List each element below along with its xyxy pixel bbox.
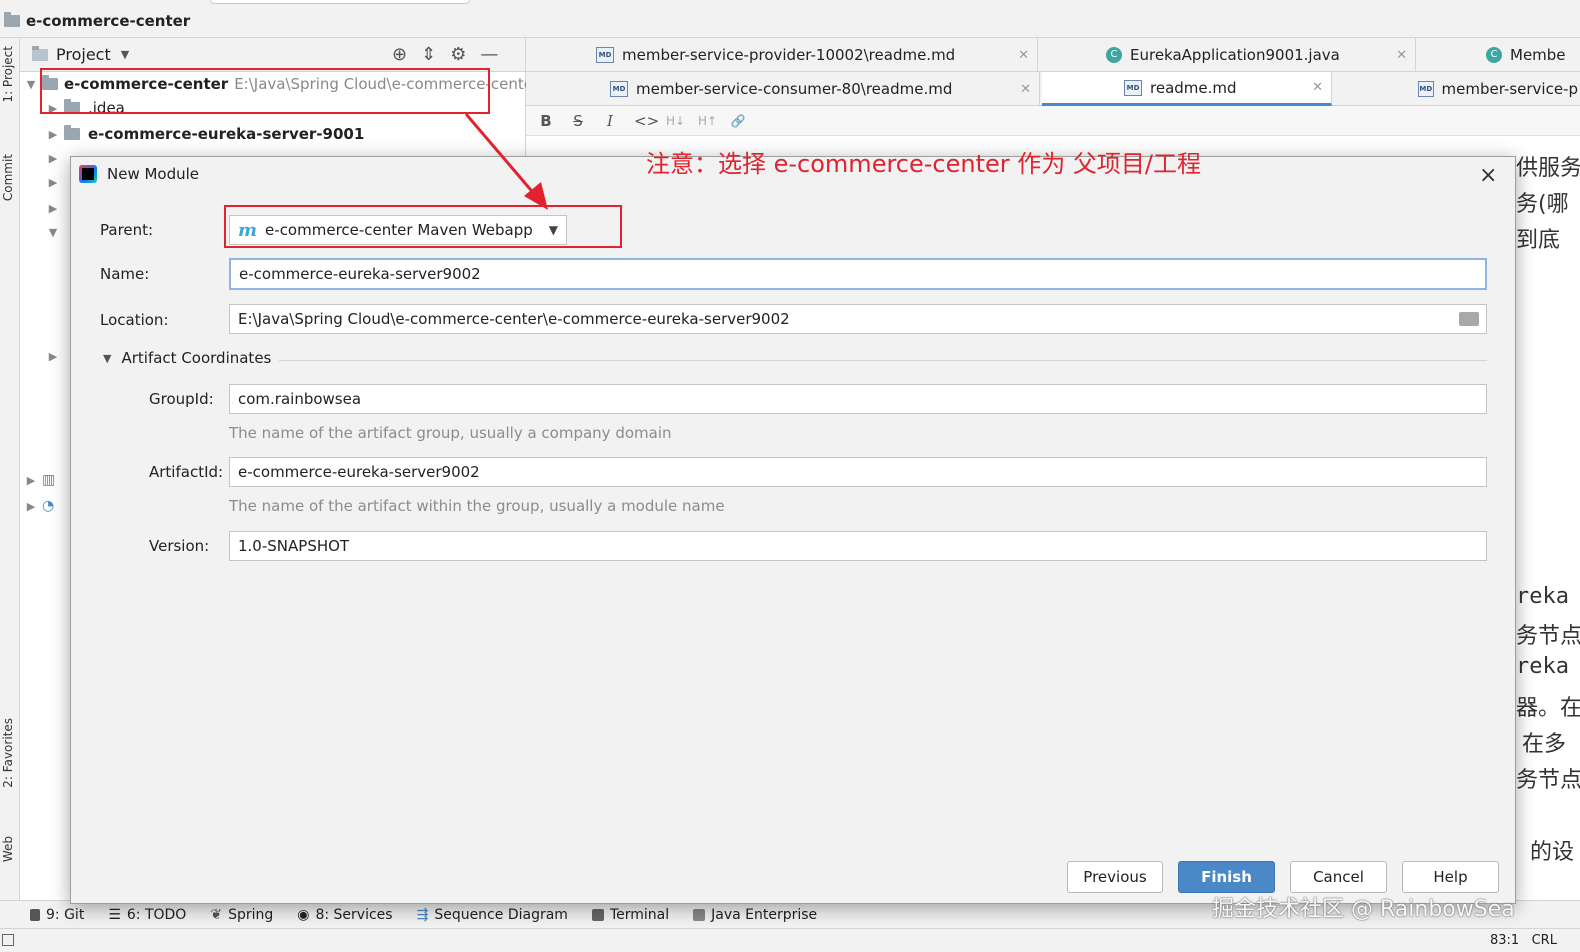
- watermark: 掘金技术社区 @ RainbowSea: [1212, 897, 1515, 922]
- annotation-text: 注意：选择 e-commerce-center 作为 父项目/工程: [646, 150, 1201, 178]
- annotation-arrow: [464, 113, 548, 210]
